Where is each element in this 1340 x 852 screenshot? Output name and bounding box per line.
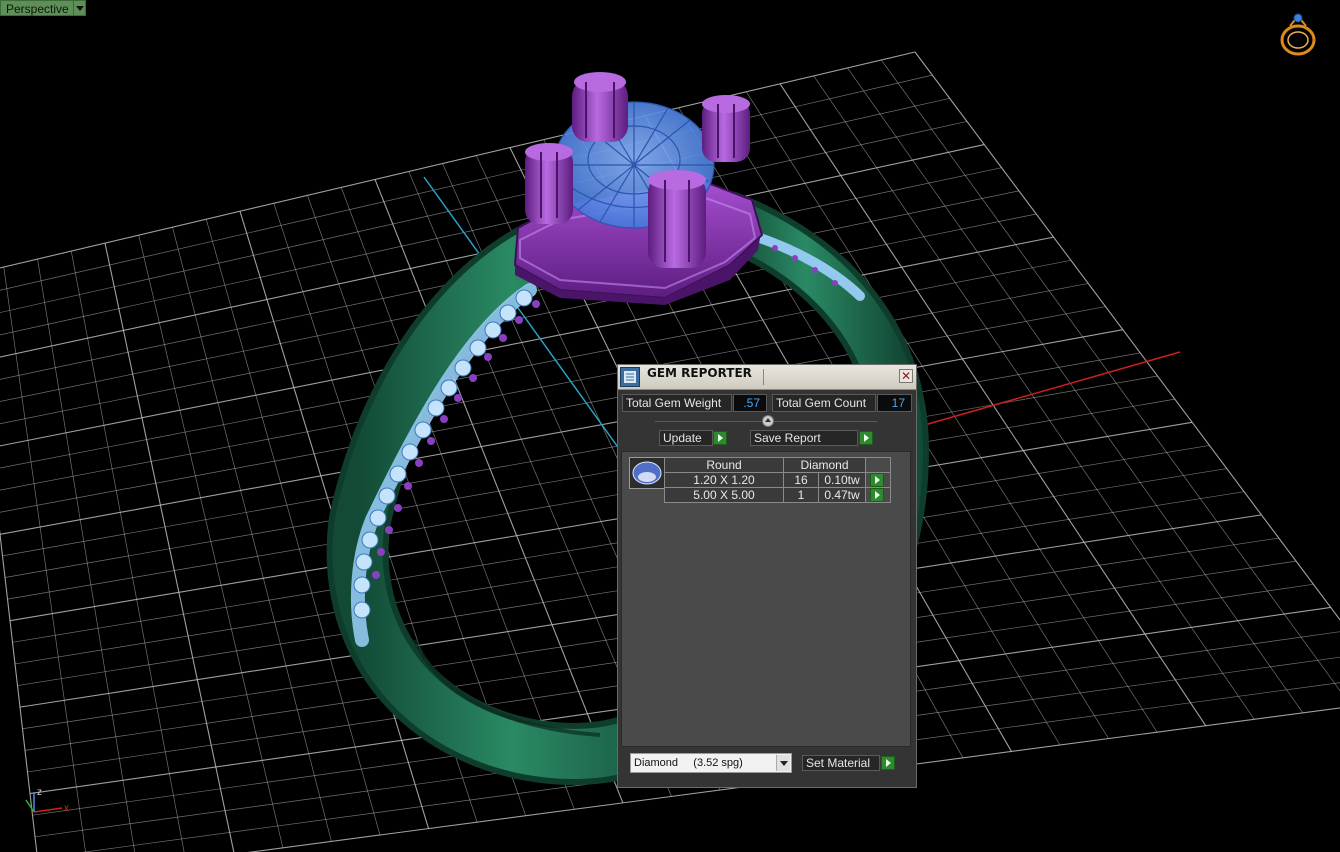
close-button[interactable]: ✕ [899,369,913,383]
total-gem-count-label: Total Gem Count [772,394,876,412]
save-report-run-icon[interactable] [859,431,873,445]
gem-table: Round Diamond 1.20 X 1.20 16 0.10tw 5.00… [664,457,891,503]
axis-z-label: z [37,787,42,798]
round-gem-thumbnail [629,457,665,489]
gem-weight: 0.10tw [818,472,866,488]
grid-line [9,421,1193,622]
gem-list-panel[interactable]: Round Diamond 1.20 X 1.20 16 0.10tw 5.00… [621,451,911,747]
grid-line [70,251,185,852]
collapse-toggle-button[interactable] [762,415,774,427]
total-gem-weight-label: Total Gem Weight [622,394,732,412]
axis-triad-icon: z x [25,787,69,814]
gem-reporter-dialog[interactable]: GEM REPORTER ✕ Total Gem Weight .57 Tota… [617,364,917,788]
grid-line [104,243,235,852]
grid-line [12,445,1210,643]
save-report-button[interactable]: Save Report [750,430,858,446]
row-select-button[interactable] [870,488,884,502]
set-material-run-icon[interactable] [881,756,895,770]
row-select-button[interactable] [870,473,884,487]
update-button[interactable]: Update [659,430,713,446]
viewport-label[interactable]: Perspective [0,0,75,16]
gem-table-header: Round Diamond [664,457,891,473]
gem-report-icon [620,367,640,387]
material-select[interactable]: Diamond (3.52 spg) [630,753,792,773]
update-run-icon[interactable] [713,431,727,445]
grid-line [880,59,1340,692]
material-select-value: Diamond (3.52 spg) [634,757,743,769]
axis-x-label: x [64,803,69,814]
title-divider [763,369,764,385]
dialog-titlebar[interactable]: GEM REPORTER ✕ [618,365,916,390]
gem-size: 1.20 X 1.20 [664,472,784,488]
table-row[interactable]: 5.00 X 5.00 1 0.47tw [664,487,891,503]
chevron-down-icon[interactable] [776,755,790,771]
total-gem-count-value: 17 [877,394,912,412]
gem-count: 16 [783,472,819,488]
gem-size: 5.00 X 5.00 [664,487,784,503]
grid-line [7,398,1175,600]
shape-header: Round [664,457,784,473]
table-row[interactable]: 1.20 X 1.20 16 0.10tw [664,472,891,488]
grid-line [0,529,38,852]
ring-logo-icon[interactable] [1276,12,1320,58]
x-axis-line [899,351,1181,433]
total-gem-weight-value: .57 [733,394,767,412]
gem-weight: 0.47tw [818,487,866,503]
grid-line [3,266,86,852]
viewport-menu-dropdown[interactable] [73,0,86,16]
grid-line [4,375,1158,578]
gem-count: 1 [783,487,819,503]
dialog-title: GEM REPORTER [647,366,752,380]
set-material-button[interactable]: Set Material [802,755,880,771]
material-header: Diamond [783,457,866,473]
